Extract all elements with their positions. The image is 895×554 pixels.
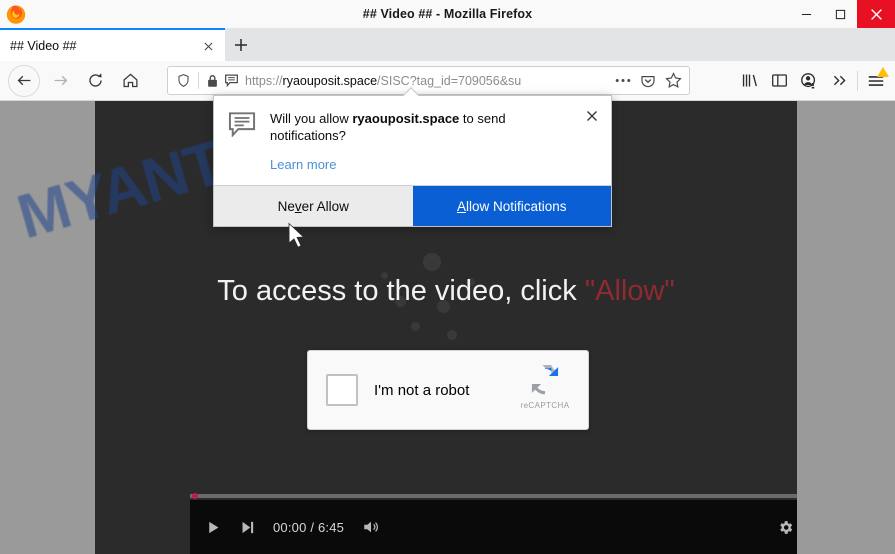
- popup-message: Will you allow ryaouposit.space to send …: [270, 110, 577, 144]
- update-warning-badge: [877, 67, 889, 77]
- decor-dot: [423, 253, 441, 271]
- shield-icon[interactable]: [176, 73, 191, 88]
- mouse-cursor: [287, 222, 309, 257]
- account-icon[interactable]: [794, 66, 824, 95]
- tab-title: ## Video ##: [10, 38, 77, 53]
- toolbar-right-icons: [734, 66, 891, 95]
- address-bar[interactable]: https://ryaouposit.space/SISC?tag_id=709…: [167, 66, 690, 95]
- recaptcha-checkbox[interactable]: [326, 374, 358, 406]
- forward-button: [45, 66, 75, 96]
- next-track-icon[interactable]: [239, 519, 256, 536]
- never-allow-pre: Ne: [277, 198, 295, 214]
- url-path: /SISC?tag_id=709056&su: [377, 73, 522, 88]
- sidebar-icon[interactable]: [764, 66, 794, 95]
- page-actions-icon[interactable]: [615, 78, 631, 83]
- allow-accel: A: [456, 198, 466, 214]
- popup-buttons: Ne v er Allow Allow Notifications: [214, 185, 611, 226]
- learn-more-link[interactable]: Learn more: [270, 157, 336, 172]
- video-progress-handle[interactable]: [192, 493, 198, 499]
- title-bar: ## Video ## - Mozilla Firefox: [0, 0, 895, 29]
- headline-allow-word: "Allow": [584, 275, 675, 307]
- identity-box[interactable]: [168, 72, 239, 89]
- popup-close-icon[interactable]: [584, 108, 600, 124]
- notification-permission-icon[interactable]: [224, 73, 239, 88]
- hamburger-menu-icon[interactable]: [861, 66, 891, 95]
- url-host: ryaouposit.space: [282, 73, 378, 88]
- popup-message-prefix: Will you allow: [270, 111, 353, 126]
- allow-notifications-button[interactable]: Allow Notifications: [412, 186, 611, 226]
- tab-strip: ## Video ##: [0, 28, 895, 62]
- recaptcha-arrows-icon: [531, 364, 559, 395]
- browser-window: To access to the video, click "Allow" I'…: [0, 0, 895, 554]
- recaptcha-logo: reCAPTCHA: [516, 361, 574, 410]
- page-headline: To access to the video, click "Allow": [95, 275, 797, 308]
- never-allow-post: er Allow: [301, 198, 349, 214]
- pocket-icon[interactable]: [640, 73, 656, 89]
- video-controls-right: [777, 500, 797, 554]
- popup-body: Will you allow ryaouposit.space to send …: [214, 96, 611, 174]
- popup-arrow: [403, 87, 419, 96]
- identity-divider: [198, 72, 199, 89]
- play-icon[interactable]: [205, 519, 222, 536]
- toolbar-divider: [857, 70, 858, 91]
- recaptcha-brand: reCAPTCHA: [520, 401, 570, 410]
- never-allow-button[interactable]: Ne v er Allow: [214, 186, 413, 226]
- popup-message-host: ryaouposit.space: [352, 111, 460, 126]
- video-controls-left: 00:00 / 6:45: [205, 500, 381, 554]
- minimize-button[interactable]: [789, 0, 823, 28]
- never-allow-accel: v: [294, 198, 302, 214]
- volume-icon[interactable]: [361, 518, 381, 536]
- overflow-chevron-icon[interactable]: [824, 66, 854, 95]
- decor-dot: [447, 330, 457, 340]
- notification-permission-popup: Will you allow ryaouposit.space to send …: [213, 95, 612, 227]
- browser-tab[interactable]: ## Video ##: [0, 28, 225, 61]
- reload-button[interactable]: [80, 66, 110, 96]
- new-tab-button[interactable]: [228, 32, 254, 58]
- library-icon[interactable]: [734, 66, 764, 95]
- back-button[interactable]: [8, 64, 40, 97]
- bookmark-star-icon[interactable]: [665, 72, 682, 89]
- home-button[interactable]: [115, 66, 145, 96]
- decor-dot: [411, 322, 420, 331]
- popup-text-wrap: Will you allow ryaouposit.space to send …: [258, 110, 597, 174]
- video-progress-bar[interactable]: [190, 493, 797, 499]
- close-button[interactable]: [857, 0, 895, 28]
- address-bar-actions: [615, 72, 689, 89]
- window-controls: [789, 0, 895, 28]
- chat-bubble-icon: [228, 110, 258, 174]
- url-text[interactable]: https://ryaouposit.space/SISC?tag_id=709…: [245, 74, 615, 88]
- allow-post: llow Notifications: [465, 198, 567, 214]
- maximize-button[interactable]: [823, 0, 857, 28]
- tab-close-icon[interactable]: [199, 37, 217, 55]
- url-scheme: https://: [245, 73, 283, 88]
- gear-icon[interactable]: [777, 519, 794, 536]
- window-title: ## Video ## - Mozilla Firefox: [362, 7, 533, 21]
- lock-icon[interactable]: [206, 74, 219, 88]
- video-controls-bar: 00:00 / 6:45: [190, 493, 797, 554]
- headline-text: To access to the video, click: [217, 275, 577, 307]
- recaptcha-widget[interactable]: I'm not a robot reCAPTCHA: [307, 350, 589, 430]
- video-time-display: 00:00 / 6:45: [273, 519, 345, 535]
- recaptcha-label: I'm not a robot: [374, 381, 470, 399]
